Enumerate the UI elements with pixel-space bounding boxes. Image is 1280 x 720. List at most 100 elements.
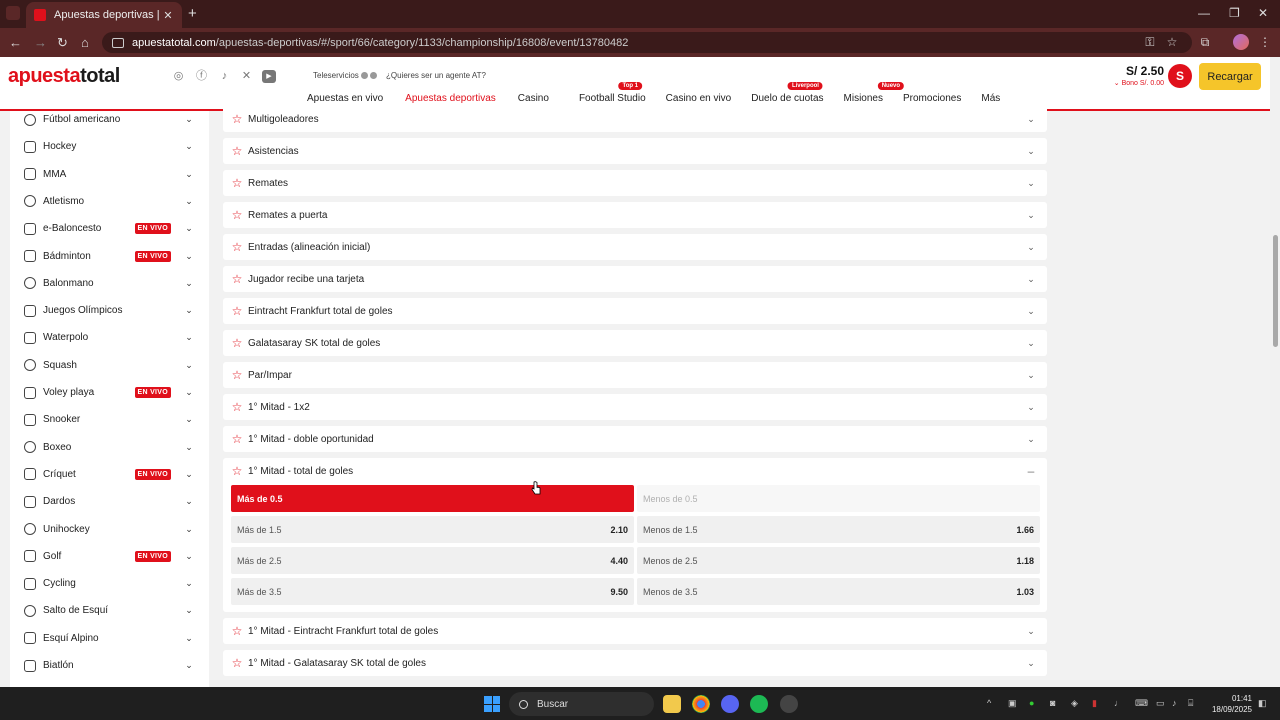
- sidebar-item-sport[interactable]: Squash ⌄: [10, 352, 209, 379]
- user-avatar[interactable]: S: [1168, 64, 1192, 88]
- recargar-button[interactable]: Recargar: [1199, 63, 1261, 90]
- chevron-down-icon[interactable]: ⌄: [1025, 242, 1037, 253]
- market-row[interactable]: ☆ Entradas (alineación inicial) ⌄: [223, 234, 1047, 260]
- chevron-down-icon[interactable]: ⌄: [183, 660, 195, 671]
- reload-icon[interactable]: ↻: [57, 35, 68, 51]
- system-clock[interactable]: 01:41 18/09/2025: [1206, 693, 1252, 715]
- tiktok-icon[interactable]: ♪: [218, 70, 231, 83]
- taskbar-search[interactable]: Buscar: [509, 692, 654, 716]
- odd-button-over[interactable]: Más de 3.5 9.50: [231, 578, 634, 605]
- chevron-down-icon[interactable]: ⌄: [183, 278, 195, 289]
- sidebar-item-sport[interactable]: Cycling ⌄: [10, 570, 209, 597]
- balance[interactable]: S/ 2.50 ⌄ Bono S/. 0.00: [1108, 64, 1164, 87]
- chevron-down-icon[interactable]: ⌄: [1025, 146, 1037, 157]
- windows-start-icon[interactable]: [484, 696, 500, 712]
- profile-avatar[interactable]: [1233, 34, 1249, 50]
- market-row[interactable]: ☆ Remates a puerta ⌄: [223, 202, 1047, 228]
- chevron-down-icon[interactable]: ⌄: [183, 223, 195, 234]
- tab-search-icon[interactable]: [6, 6, 20, 20]
- tray-chevron-icon[interactable]: ^: [987, 698, 991, 708]
- agent-link[interactable]: ¿Quieres ser un agente AT?: [386, 71, 486, 80]
- microphone-icon[interactable]: ♩: [1114, 698, 1123, 708]
- tray-status-icon[interactable]: ●: [1029, 698, 1034, 708]
- chevron-down-icon[interactable]: ⌄: [1025, 306, 1037, 317]
- volume-icon[interactable]: ♪: [1172, 698, 1177, 708]
- browser-menu-icon[interactable]: ⋮: [1258, 35, 1272, 49]
- market-row[interactable]: ☆ Par/Impar ⌄: [223, 362, 1047, 388]
- chevron-down-icon[interactable]: ⌄: [183, 496, 195, 507]
- sidebar-item-sport[interactable]: Atletismo ⌄: [10, 188, 209, 215]
- chevron-down-icon[interactable]: ⌄: [183, 524, 195, 535]
- sidebar-item-sport[interactable]: MMA ⌄: [10, 161, 209, 188]
- extensions-icon[interactable]: ⧉: [1198, 35, 1212, 49]
- favorite-star-icon[interactable]: ☆: [231, 368, 243, 382]
- display-icon[interactable]: ▭: [1156, 698, 1165, 709]
- file-explorer-icon[interactable]: [663, 695, 681, 713]
- favorite-star-icon[interactable]: ☆: [231, 176, 243, 190]
- new-tab-icon[interactable]: +: [188, 5, 197, 22]
- favorite-star-icon[interactable]: ☆: [231, 240, 243, 254]
- odd-button-under[interactable]: Menos de 3.5 1.03: [637, 578, 1040, 605]
- discord-icon[interactable]: [721, 695, 739, 713]
- site-info-icon[interactable]: [112, 37, 124, 48]
- network-icon[interactable]: ⌸: [1188, 698, 1193, 709]
- instagram-icon[interactable]: ◎: [172, 70, 185, 83]
- favorite-star-icon[interactable]: ☆: [231, 432, 243, 446]
- market-row[interactable]: ☆ Asistencias ⌄: [223, 138, 1047, 164]
- browser-tab[interactable]: Apuestas deportivas | Apuesta ✕: [26, 2, 182, 28]
- chevron-down-icon[interactable]: ⌄: [183, 442, 195, 453]
- sidebar-item-sport[interactable]: Esquí Alpino ⌄: [10, 625, 209, 652]
- sidebar-item-sport[interactable]: Balonmano ⌄: [10, 270, 209, 297]
- sidebar-item-sport[interactable]: Fútbol americano ⌄: [10, 111, 209, 133]
- scrollbar-thumb[interactable]: [1273, 235, 1278, 347]
- odd-button-over[interactable]: Más de 1.5 2.10: [231, 516, 634, 543]
- odd-button-under[interactable]: Menos de 2.5 1.18: [637, 547, 1040, 574]
- market-row[interactable]: ☆ 1° Mitad - doble oportunidad ⌄: [223, 426, 1047, 452]
- sidebar-item-sport[interactable]: Juegos Olímpicos ⌄: [10, 297, 209, 324]
- favorite-star-icon[interactable]: ☆: [231, 304, 243, 318]
- tray-app-icon[interactable]: ◙: [1050, 698, 1055, 708]
- sidebar-item-sport[interactable]: Snooker ⌄: [10, 406, 209, 433]
- chevron-down-icon[interactable]: ⌄: [183, 169, 195, 180]
- spotify-icon[interactable]: [750, 695, 768, 713]
- close-window-icon[interactable]: ✕: [1258, 6, 1268, 20]
- odd-button-over[interactable]: Más de 2.5 4.40: [231, 547, 634, 574]
- favorite-star-icon[interactable]: ☆: [231, 624, 243, 638]
- sidebar-item-sport[interactable]: Golf EN VIVO ⌄: [10, 543, 209, 570]
- sidebar-item-sport[interactable]: Bádminton EN VIVO ⌄: [10, 243, 209, 270]
- favorite-star-icon[interactable]: ☆: [231, 208, 243, 222]
- sidebar-item-sport[interactable]: Voley playa EN VIVO ⌄: [10, 379, 209, 406]
- chevron-down-icon[interactable]: ⌄: [1025, 274, 1037, 285]
- chevron-down-icon[interactable]: ⌄: [183, 196, 195, 207]
- sidebar-item-sport[interactable]: Waterpolo ⌄: [10, 324, 209, 351]
- chevron-down-icon[interactable]: ⌄: [183, 141, 195, 152]
- sidebar-item-sport[interactable]: Biatlón ⌄: [10, 652, 209, 679]
- chevron-down-icon[interactable]: ⌄: [183, 605, 195, 616]
- password-key-icon[interactable]: ⚿: [1143, 35, 1157, 49]
- chevron-down-icon[interactable]: ⌄: [1025, 658, 1037, 669]
- odd-button-under[interactable]: Menos de 1.5 1.66: [637, 516, 1040, 543]
- market-row[interactable]: ☆ 1° Mitad - Eintracht Frankfurt total de…: [223, 618, 1047, 644]
- close-tab-icon[interactable]: ✕: [162, 9, 174, 22]
- chevron-down-icon[interactable]: ⌄: [1025, 114, 1037, 125]
- sidebar-item-sport[interactable]: Dardos ⌄: [10, 488, 209, 515]
- notifications-icon[interactable]: ◧: [1258, 698, 1267, 709]
- facebook-icon[interactable]: ⓕ: [195, 70, 208, 83]
- collapse-icon[interactable]: –: [1025, 464, 1037, 478]
- home-icon[interactable]: ⌂: [81, 35, 89, 50]
- favorite-star-icon[interactable]: ☆: [231, 336, 243, 350]
- chevron-down-icon[interactable]: ⌄: [1025, 210, 1037, 221]
- chevron-down-icon[interactable]: ⌄: [1025, 370, 1037, 381]
- market-row[interactable]: ☆ 1° Mitad - Galatasaray SK total de gole…: [223, 650, 1047, 676]
- market-header[interactable]: ☆ 1° Mitad - total de goles –: [223, 458, 1047, 484]
- maximize-icon[interactable]: ❐: [1229, 6, 1240, 20]
- chevron-down-icon[interactable]: ⌄: [183, 633, 195, 644]
- market-row[interactable]: ☆ Galatasaray SK total de goles ⌄: [223, 330, 1047, 356]
- chevron-down-icon[interactable]: ⌄: [183, 551, 195, 562]
- favorite-star-icon[interactable]: ☆: [231, 464, 243, 478]
- chevron-down-icon[interactable]: ⌄: [1025, 178, 1037, 189]
- x-twitter-icon[interactable]: ✕: [240, 70, 253, 83]
- tray-app-icon[interactable]: ▣: [1008, 698, 1017, 709]
- sidebar-item-sport[interactable]: Salto de Esquí ⌄: [10, 597, 209, 624]
- chevron-down-icon[interactable]: ⌄: [183, 414, 195, 425]
